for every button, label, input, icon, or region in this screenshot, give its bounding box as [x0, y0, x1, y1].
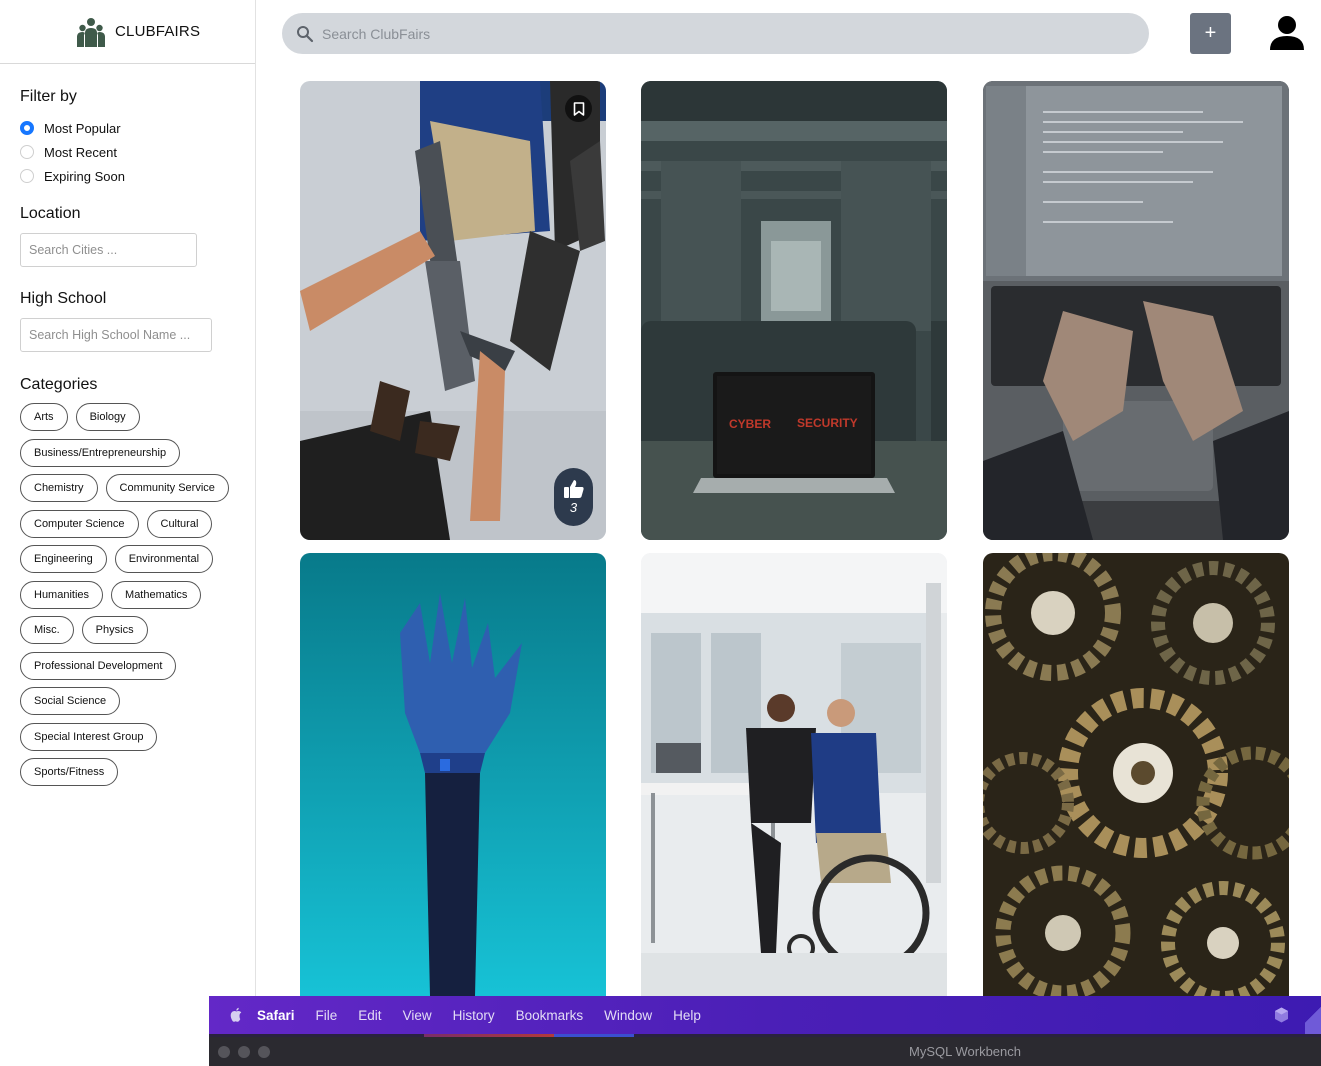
radio-unselected[interactable] — [20, 169, 34, 183]
category-tag-arts[interactable]: Arts — [20, 403, 68, 431]
add-button[interactable]: + — [1190, 13, 1231, 54]
menu-window[interactable]: Window — [604, 1008, 652, 1023]
menu-bar-corner — [1305, 996, 1321, 1034]
card-image-robotic-hand — [300, 553, 606, 996]
club-card[interactable] — [641, 553, 947, 996]
bookmark-button[interactable] — [565, 95, 592, 122]
filter-option-label: Most Popular — [44, 120, 121, 136]
filter-title: Filter by — [20, 88, 77, 105]
search-input[interactable] — [322, 25, 1149, 42]
club-card[interactable] — [983, 81, 1289, 540]
menu-history[interactable]: History — [453, 1008, 495, 1023]
filter-option-label: Expiring Soon — [44, 168, 125, 184]
category-tag-social-science[interactable]: Social Science — [20, 687, 121, 715]
like-button[interactable]: 3 — [554, 468, 593, 526]
mac-menu-bar: Safari File Edit View History Bookmarks … — [209, 996, 1321, 1034]
category-tag-community-service[interactable]: Community Service — [105, 474, 229, 502]
category-tags: Arts Biology Business/Entrepreneurship C… — [20, 403, 250, 794]
menu-help[interactable]: Help — [673, 1008, 701, 1023]
menu-view[interactable]: View — [403, 1008, 432, 1023]
category-tag-mathematics[interactable]: Mathematics — [111, 580, 202, 609]
filter-most-popular[interactable]: Most Popular — [20, 116, 235, 140]
sidebar: CLUBFAIRS Filter by Most Popular Most Re… — [0, 0, 256, 1066]
club-card[interactable] — [983, 553, 1289, 996]
search-bar[interactable] — [282, 13, 1149, 54]
thumbs-up-icon — [563, 480, 584, 498]
category-tag-environmental[interactable]: Environmental — [114, 545, 214, 573]
menu-edit[interactable]: Edit — [358, 1008, 381, 1023]
category-tag-business[interactable]: Business/Entrepreneurship — [20, 438, 181, 467]
category-tag-physics[interactable]: Physics — [81, 616, 148, 644]
window-title-bar: MySQL Workbench — [209, 1037, 1321, 1066]
filter-expiring-soon[interactable]: Expiring Soon — [20, 164, 235, 188]
radio-selected[interactable] — [20, 121, 34, 135]
category-tag-humanities[interactable]: Humanities — [20, 580, 104, 609]
window-title: MySQL Workbench — [909, 1044, 1021, 1059]
category-tag-professional-development[interactable]: Professional Development — [20, 651, 177, 680]
brand-name: CLUBFAIRS — [115, 23, 201, 40]
club-card[interactable]: CYBER SECURITY — [641, 81, 947, 540]
club-card[interactable] — [300, 553, 606, 996]
category-tag-chemistry[interactable]: Chemistry — [20, 474, 98, 502]
category-tag-biology[interactable]: Biology — [75, 403, 140, 431]
card-image-wheelchair-office — [641, 553, 947, 996]
people-group-icon — [77, 17, 105, 47]
page: CLUBFAIRS Filter by Most Popular Most Re… — [0, 0, 1321, 1066]
club-card[interactable]: 3 — [300, 81, 606, 540]
menu-file[interactable]: File — [316, 1008, 338, 1023]
radio-unselected[interactable] — [20, 145, 34, 159]
category-tag-misc[interactable]: Misc. — [20, 616, 74, 644]
menu-bookmarks[interactable]: Bookmarks — [516, 1008, 584, 1023]
location-search-input[interactable] — [20, 233, 197, 267]
categories-title: Categories — [20, 376, 98, 393]
category-tag-computer-science[interactable]: Computer Science — [20, 509, 139, 538]
card-image-laptop-typing — [983, 81, 1289, 540]
menu-app-safari[interactable]: Safari — [257, 1008, 295, 1023]
card-image-gears — [983, 553, 1289, 996]
category-tag-engineering[interactable]: Engineering — [20, 545, 107, 573]
apple-icon[interactable] — [229, 1007, 243, 1023]
user-icon[interactable] — [1268, 14, 1306, 52]
like-count: 3 — [569, 500, 578, 515]
card-image-cyber-security: CYBER SECURITY — [641, 81, 947, 540]
filter-most-recent[interactable]: Most Recent — [20, 140, 235, 164]
status-cube-icon[interactable] — [1274, 1007, 1289, 1023]
filter-option-label: Most Recent — [44, 144, 117, 160]
screen-text-security: SECURITY — [797, 416, 858, 430]
category-tag-cultural[interactable]: Cultural — [146, 509, 213, 538]
card-image-prosthetic-handshake — [300, 81, 606, 540]
filters-panel: Filter by Most Popular Most Recent Expir… — [0, 64, 255, 794]
high-school-search-input[interactable] — [20, 318, 212, 352]
location-title: Location — [20, 205, 81, 222]
screen-text-cyber: CYBER — [729, 417, 771, 431]
category-tag-sports-fitness[interactable]: Sports/Fitness — [20, 758, 119, 786]
category-tag-special-interest-group[interactable]: Special Interest Group — [20, 722, 158, 751]
high-school-title: High School — [20, 290, 107, 307]
search-icon — [297, 25, 314, 42]
bookmark-icon — [573, 101, 584, 116]
brand[interactable]: CLUBFAIRS — [0, 0, 255, 64]
